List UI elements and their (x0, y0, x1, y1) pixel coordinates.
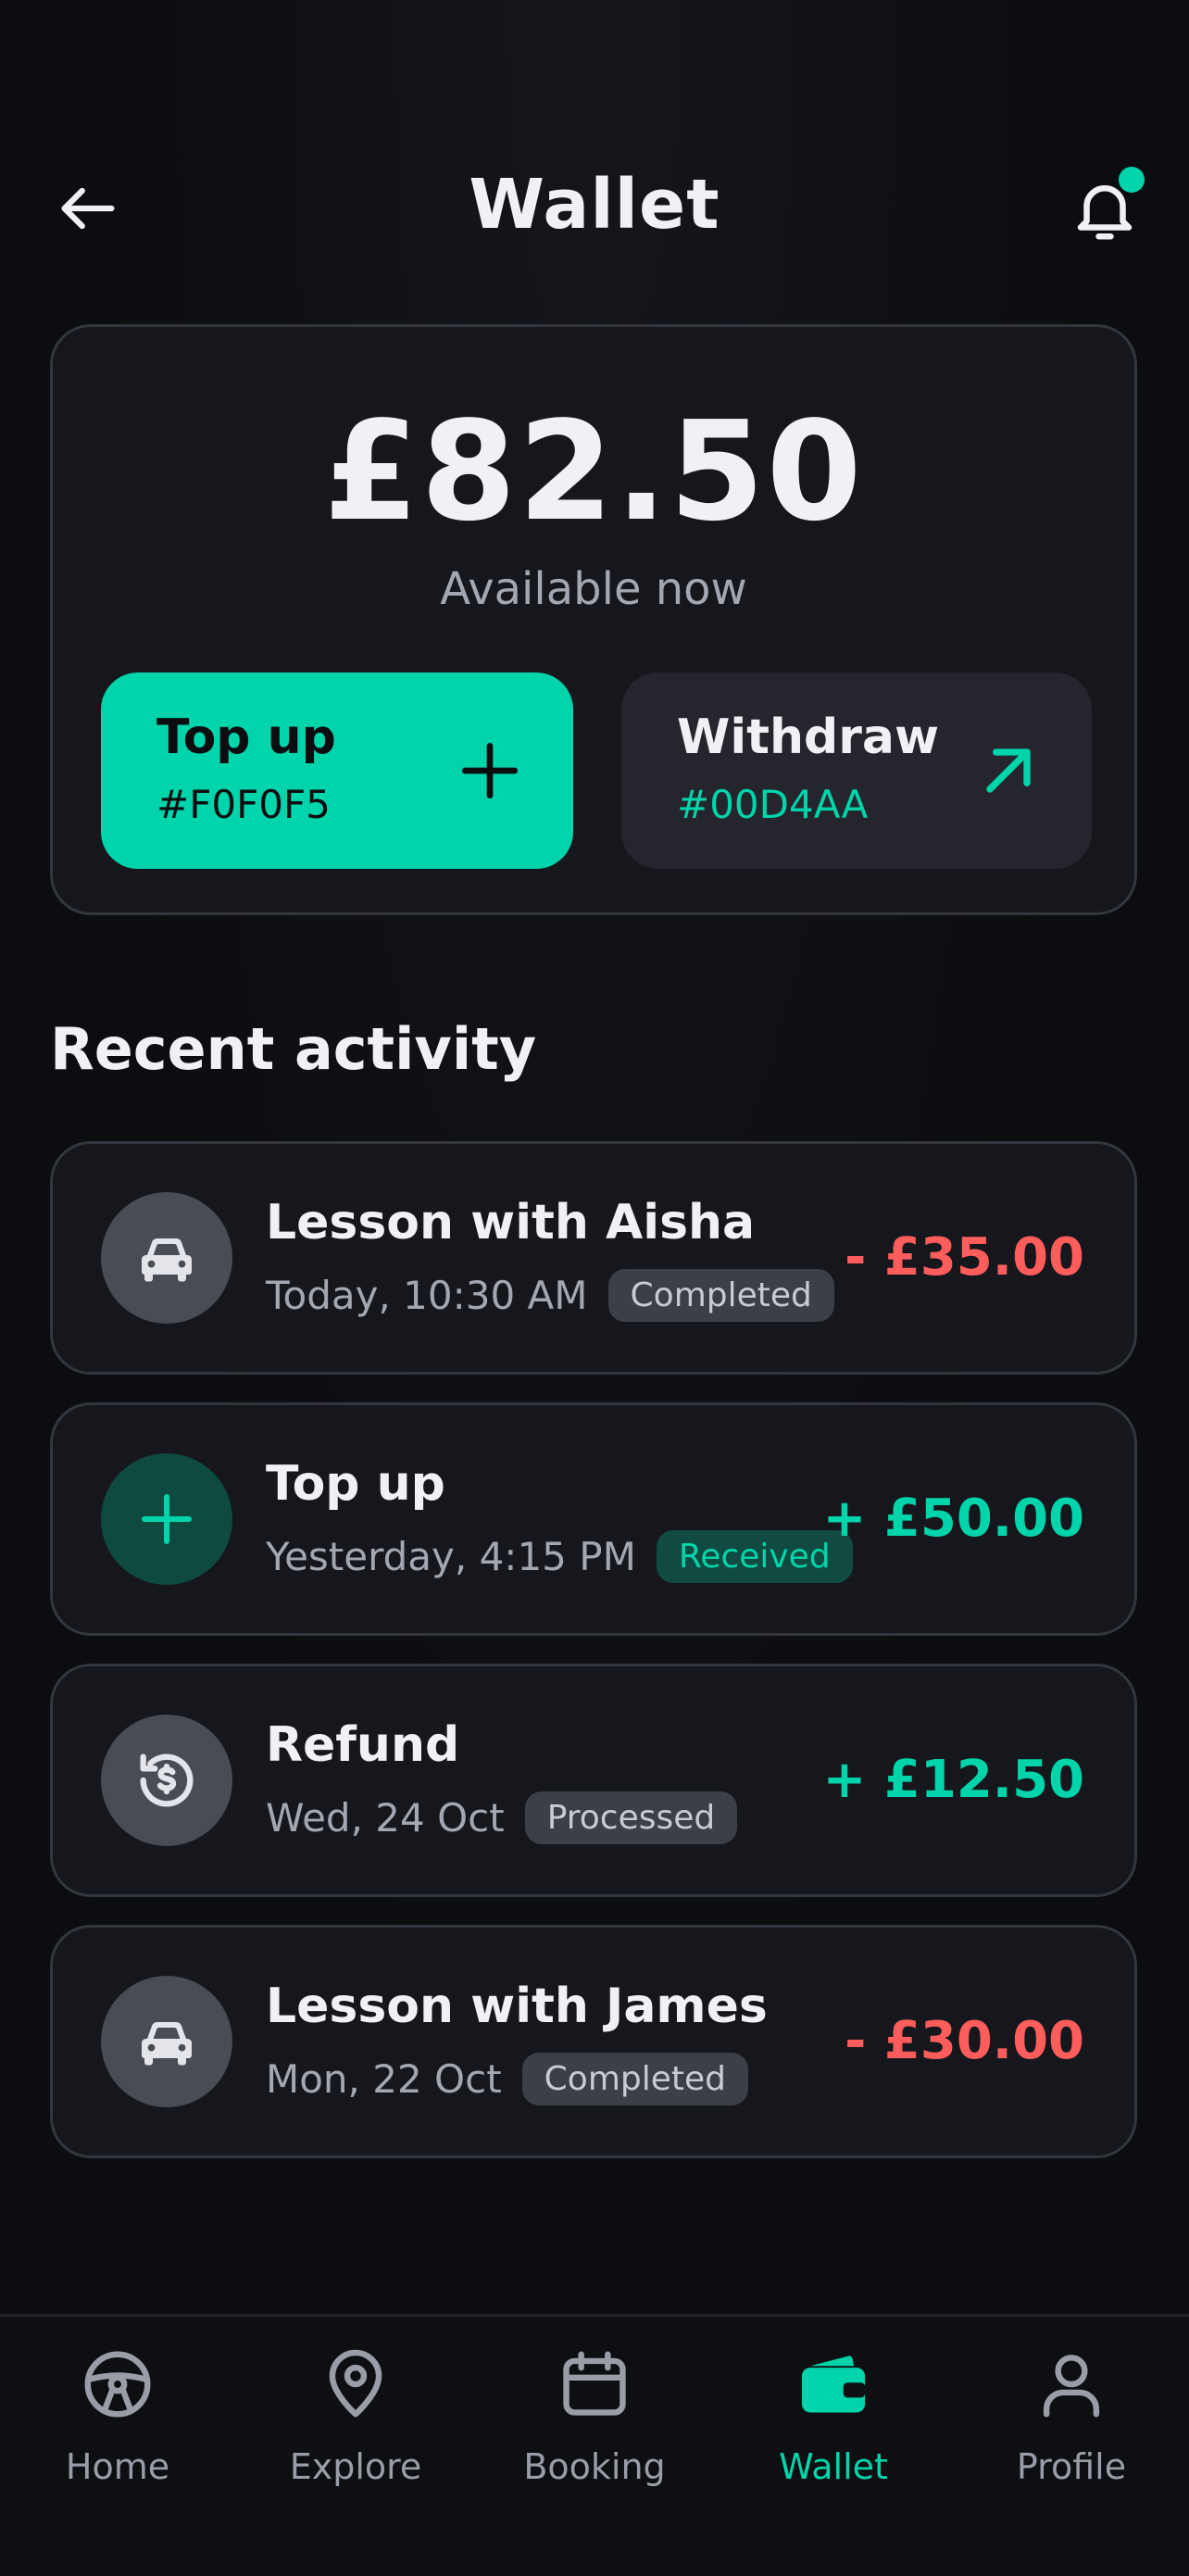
activity-date: Mon, 22 Oct (266, 2056, 502, 2102)
plus-icon (142, 1494, 192, 1544)
activity-title: Refund (266, 1717, 460, 1773)
notification-dot (1119, 167, 1145, 193)
activity-item[interactable]: Lesson with James Mon, 22 Oct Completed … (50, 1925, 1137, 2158)
activity-icon-container (101, 1976, 232, 2107)
notifications-button[interactable] (1060, 165, 1148, 253)
nav-item-booking[interactable]: Booking (488, 2344, 701, 2511)
nav-label: Profile (1016, 2446, 1127, 2487)
activity-meta: Today, 10:30 AM Completed (266, 1269, 834, 1322)
nav-item-wallet[interactable]: Wallet (727, 2344, 940, 2511)
activity-item[interactable]: Lesson with Aisha Today, 10:30 AM Comple… (50, 1141, 1137, 1375)
activity-title: Top up (266, 1456, 445, 1512)
activity-meta: Yesterday, 4:15 PM Received (266, 1530, 853, 1583)
nav-label: Home (65, 2446, 170, 2487)
activity-meta: Mon, 22 Oct Completed (266, 2053, 749, 2105)
balance-amount: £82.50 (323, 392, 864, 551)
plus-icon (462, 743, 518, 798)
map-pin-icon (329, 2349, 382, 2418)
nav-item-profile[interactable]: Profile (965, 2344, 1178, 2511)
status-badge: Processed (524, 1791, 738, 1844)
withdraw-sub: #00D4AA (677, 782, 869, 827)
steering-wheel-icon (84, 2351, 151, 2418)
activity-date: Yesterday, 4:15 PM (266, 1534, 636, 1579)
top-up-sub: #F0F0F5 (156, 782, 331, 827)
activity-icon-container (101, 1715, 232, 1846)
wallet-icon (801, 2356, 866, 2413)
top-up-button[interactable]: Top up #F0F0F5 (101, 672, 573, 869)
activity-amount: - £30.00 (845, 2011, 1084, 2071)
nav-label: Wallet (779, 2446, 888, 2487)
activity-title: Lesson with James (266, 1979, 768, 2034)
activity-title: Lesson with Aisha (266, 1195, 756, 1250)
bottom-nav: Home Explore Booking Wallet Profile (0, 2314, 1189, 2576)
car-icon (142, 1238, 192, 1282)
wallet-screen: Wallet £82.50 Available now Top up #F0F0… (0, 0, 1189, 2576)
nav-label: Explore (289, 2446, 422, 2487)
balance-card: £82.50 Available now Top up #F0F0F5 With… (50, 324, 1137, 915)
activity-icon-container (101, 1192, 232, 1324)
balance-label: Available now (440, 563, 747, 615)
activity-amount: + £12.50 (822, 1750, 1084, 1810)
activity-icon-container (101, 1453, 232, 1585)
activity-meta: Wed, 24 Oct Processed (266, 1791, 738, 1844)
status-badge: Completed (607, 1269, 834, 1322)
header: Wallet (0, 139, 1189, 278)
calendar-icon (563, 2351, 626, 2416)
nav-item-home[interactable]: Home (11, 2344, 224, 2511)
activity-amount: - £35.00 (845, 1227, 1084, 1288)
withdraw-button[interactable]: Withdraw #00D4AA (621, 672, 1092, 869)
status-badge: Completed (521, 2053, 749, 2105)
activity-amount: + £50.00 (822, 1489, 1084, 1549)
car-icon (142, 2022, 192, 2066)
activity-item[interactable]: Refund Wed, 24 Oct Processed + £12.50 (50, 1664, 1137, 1897)
user-icon (1043, 2355, 1100, 2418)
withdraw-label: Withdraw (677, 710, 940, 765)
arrow-up-right-icon (986, 748, 1031, 793)
nav-item-explore[interactable]: Explore (249, 2344, 462, 2511)
activity-item[interactable]: Top up Yesterday, 4:15 PM Received + £50… (50, 1402, 1137, 1636)
page-title: Wallet (469, 165, 720, 245)
section-title: Recent activity (50, 1015, 537, 1083)
nav-label: Booking (523, 2446, 666, 2487)
activity-date: Today, 10:30 AM (266, 1273, 588, 1318)
activity-date: Wed, 24 Oct (266, 1795, 505, 1841)
refund-icon (140, 1753, 194, 1807)
top-up-label: Top up (156, 710, 336, 765)
